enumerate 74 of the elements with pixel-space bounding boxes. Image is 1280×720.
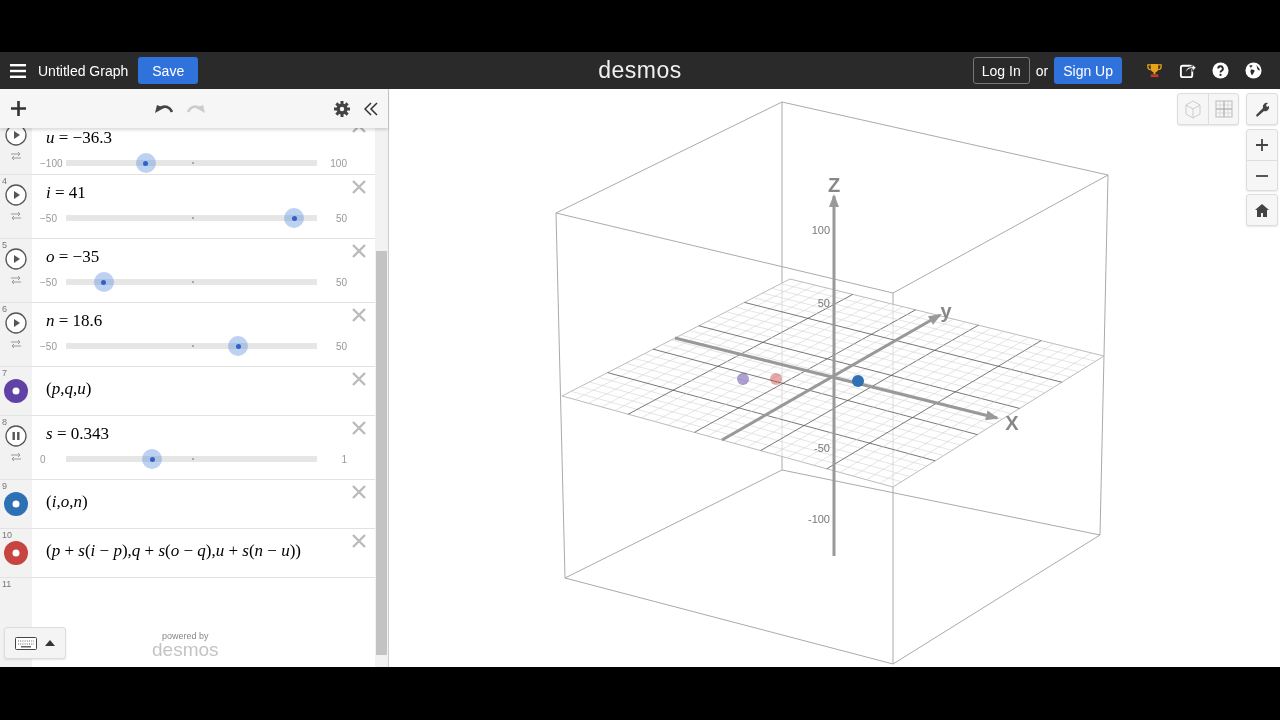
line-number: 8 bbox=[2, 417, 7, 427]
settings-icon[interactable] bbox=[334, 100, 350, 117]
tick-label: -100 bbox=[807, 513, 830, 525]
add-icon[interactable] bbox=[11, 101, 26, 116]
slider-min[interactable]: 0 bbox=[40, 453, 66, 465]
scrollbar-thumb[interactable] bbox=[376, 251, 387, 655]
collapse-icon[interactable] bbox=[364, 101, 378, 116]
loop-icon[interactable] bbox=[10, 211, 22, 221]
x-axis-label: X bbox=[1005, 412, 1019, 434]
slider-max[interactable]: 50 bbox=[325, 212, 347, 224]
math-expression[interactable]: (p,q,u) bbox=[46, 379, 92, 399]
slider-min[interactable]: −50 bbox=[40, 212, 66, 224]
math-expression[interactable]: u = −36.3 bbox=[46, 128, 112, 148]
globe-icon[interactable] bbox=[1245, 62, 1262, 79]
trophy-icon[interactable] bbox=[1146, 62, 1163, 79]
math-expression[interactable]: s = 0.343 bbox=[46, 424, 109, 444]
caret-icon bbox=[45, 640, 55, 646]
loop-icon[interactable] bbox=[10, 339, 22, 349]
slider-max[interactable]: 50 bbox=[325, 340, 347, 352]
line-number: 5 bbox=[2, 240, 7, 250]
slider-min[interactable]: −100 bbox=[40, 157, 66, 169]
point-style-icon[interactable] bbox=[4, 379, 28, 403]
slider-thumb[interactable] bbox=[284, 208, 305, 228]
line-number: 6 bbox=[2, 304, 7, 314]
slider-thumb[interactable] bbox=[228, 336, 249, 356]
z-axis-label: Z bbox=[827, 174, 841, 196]
keyboard-button[interactable] bbox=[4, 627, 66, 659]
y-axis-label: y bbox=[940, 300, 952, 322]
slider-thumb[interactable] bbox=[93, 272, 114, 292]
help-icon[interactable] bbox=[1212, 62, 1229, 79]
point-marker[interactable] bbox=[852, 375, 864, 387]
slider-min[interactable]: −50 bbox=[40, 340, 66, 352]
menu-icon[interactable] bbox=[10, 63, 26, 78]
signup-button[interactable]: Sign Up bbox=[1054, 57, 1122, 84]
slider-min[interactable]: −50 bbox=[40, 276, 66, 288]
point-style-icon[interactable] bbox=[4, 492, 28, 516]
save-button[interactable]: Save bbox=[138, 57, 199, 84]
slider-max[interactable]: 100 bbox=[325, 157, 347, 169]
keyboard-icon bbox=[15, 636, 37, 650]
line-number: 10 bbox=[2, 530, 12, 540]
line-number: 9 bbox=[2, 481, 7, 491]
point-marker[interactable] bbox=[770, 373, 782, 385]
slider-max[interactable]: 1 bbox=[325, 453, 347, 465]
play-icon[interactable] bbox=[5, 248, 27, 270]
pause-icon[interactable] bbox=[5, 425, 27, 447]
tick-label: -50 bbox=[814, 442, 830, 454]
slider-thumb[interactable] bbox=[135, 153, 156, 173]
play-icon[interactable] bbox=[5, 312, 27, 334]
math-expression[interactable]: (p + s(i − p),q + s(o − q),u + s(n − u)) bbox=[46, 541, 302, 561]
math-expression[interactable]: n = 18.6 bbox=[46, 311, 103, 331]
loop-icon[interactable] bbox=[10, 275, 22, 285]
math-expression[interactable]: i = 41 bbox=[46, 183, 86, 203]
slider-max[interactable]: 50 bbox=[325, 276, 347, 288]
line-number: 7 bbox=[2, 368, 7, 378]
math-expression[interactable]: (i,o,n) bbox=[46, 492, 88, 512]
desmos-logo[interactable]: desmos bbox=[598, 57, 682, 84]
graph-title[interactable]: Untitled Graph bbox=[38, 62, 129, 79]
line-number: 11 bbox=[2, 579, 12, 589]
login-button[interactable]: Log In bbox=[972, 57, 1030, 84]
loop-icon[interactable] bbox=[10, 151, 22, 161]
point-marker[interactable] bbox=[737, 373, 749, 385]
or-text: or bbox=[1035, 62, 1049, 79]
play-icon[interactable] bbox=[5, 184, 27, 206]
tick-label: 50 bbox=[817, 297, 830, 309]
math-expression[interactable]: o = −35 bbox=[46, 247, 100, 267]
share-icon[interactable] bbox=[1179, 62, 1196, 79]
powered-by-text: powered by bbox=[162, 632, 209, 641]
play-icon[interactable] bbox=[5, 128, 27, 146]
line-number: 4 bbox=[2, 176, 7, 186]
point-style-icon[interactable] bbox=[4, 541, 28, 565]
tick-label: 100 bbox=[811, 224, 830, 236]
loop-icon[interactable] bbox=[10, 452, 22, 462]
slider-thumb[interactable] bbox=[142, 449, 163, 469]
undo-icon[interactable] bbox=[155, 102, 173, 115]
